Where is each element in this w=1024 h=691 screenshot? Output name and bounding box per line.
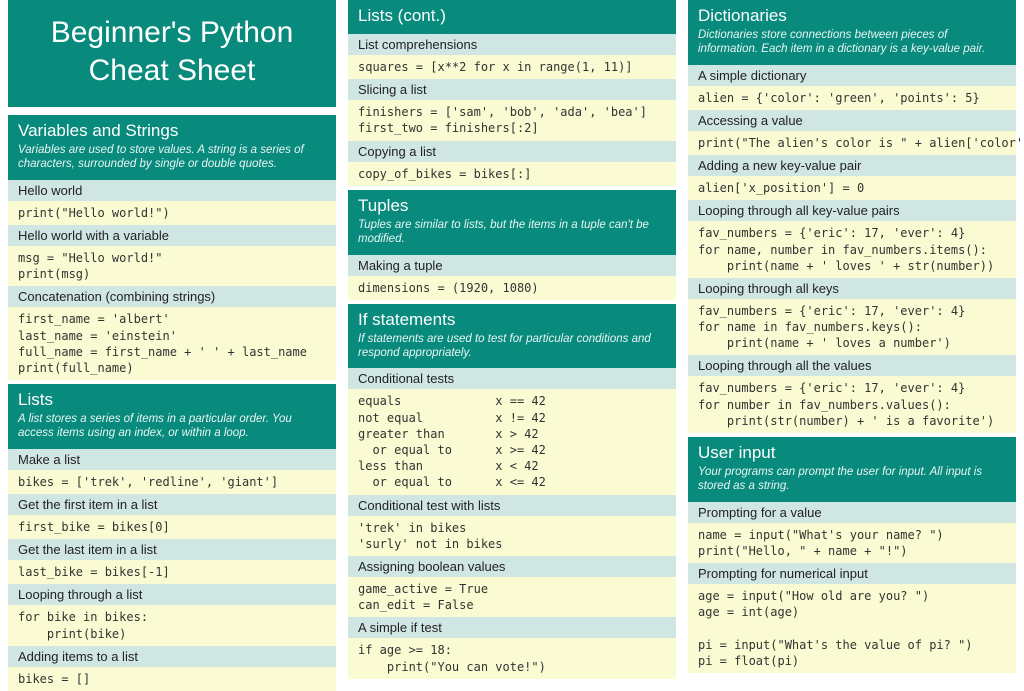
column-1: Beginner's Python Cheat Sheet Variables … [8, 0, 336, 691]
cheat-sheet-page: Beginner's Python Cheat Sheet Variables … [0, 0, 1024, 691]
code-block: if age >= 18: print("You can vote!") [348, 638, 676, 678]
subhead: Accessing a value [688, 110, 1016, 131]
section-lists: Lists A list stores a series of items in… [8, 384, 336, 449]
section-user-input: User input Your programs can prompt the … [688, 437, 1016, 502]
subhead: Get the first item in a list [8, 494, 336, 515]
subhead: A simple dictionary [688, 65, 1016, 86]
subhead: Making a tuple [348, 255, 676, 276]
section-desc: Tuples are similar to lists, but the ite… [358, 218, 666, 247]
code-block: alien = {'color': 'green', 'points': 5} [688, 86, 1016, 110]
subhead: Looping through a list [8, 584, 336, 605]
subhead: Adding a new key-value pair [688, 155, 1016, 176]
code-block: msg = "Hello world!" print(msg) [8, 246, 336, 286]
section-tuples: Tuples Tuples are similar to lists, but … [348, 190, 676, 255]
section-title: Lists (cont.) [358, 6, 666, 26]
section-title: Tuples [358, 196, 666, 216]
code-block: age = input("How old are you? ") age = i… [688, 584, 1016, 673]
subhead: Assigning boolean values [348, 556, 676, 577]
section-title: If statements [358, 310, 666, 330]
subhead: Get the last item in a list [8, 539, 336, 560]
subhead: Make a list [8, 449, 336, 470]
section-desc: Your programs can prompt the user for in… [698, 465, 1006, 494]
code-block: squares = [x**2 for x in range(1, 11)] [348, 55, 676, 79]
subhead: Hello world [8, 180, 336, 201]
section-dictionaries: Dictionaries Dictionaries store connecti… [688, 0, 1016, 65]
code-block: bikes = ['trek', 'redline', 'giant'] [8, 470, 336, 494]
main-title-block: Beginner's Python Cheat Sheet [8, 0, 336, 107]
subhead: Adding items to a list [8, 646, 336, 667]
column-2: Lists (cont.) List comprehensions square… [348, 0, 676, 691]
code-block: bikes = [] [8, 667, 336, 691]
section-lists-cont: Lists (cont.) [348, 0, 676, 34]
main-title: Beginner's Python Cheat Sheet [18, 14, 326, 89]
code-block: print("Hello world!") [8, 201, 336, 225]
code-block: first_bike = bikes[0] [8, 515, 336, 539]
subhead: Conditional tests [348, 368, 676, 389]
title-line-2: Cheat Sheet [89, 54, 256, 87]
section-variables-strings: Variables and Strings Variables are used… [8, 115, 336, 180]
section-title: Variables and Strings [18, 121, 326, 141]
subhead: Looping through all the values [688, 355, 1016, 376]
subhead: Copying a list [348, 141, 676, 162]
subhead: List comprehensions [348, 34, 676, 55]
subhead: Conditional test with lists [348, 495, 676, 516]
section-title: Dictionaries [698, 6, 1006, 26]
code-block: equals x == 42 not equal x != 42 greater… [348, 389, 676, 494]
subhead: Prompting for a value [688, 502, 1016, 523]
title-line-1: Beginner's Python [51, 16, 294, 49]
subhead: Slicing a list [348, 79, 676, 100]
code-block: finishers = ['sam', 'bob', 'ada', 'bea']… [348, 100, 676, 140]
code-block: for bike in bikes: print(bike) [8, 605, 336, 645]
code-block: dimensions = (1920, 1080) [348, 276, 676, 300]
code-block: game_active = True can_edit = False [348, 577, 676, 617]
section-desc: A list stores a series of items in a par… [18, 412, 326, 441]
section-title: Lists [18, 390, 326, 410]
code-block: fav_numbers = {'eric': 17, 'ever': 4} fo… [688, 221, 1016, 278]
code-block: fav_numbers = {'eric': 17, 'ever': 4} fo… [688, 299, 1016, 356]
section-desc: Dictionaries store connections between p… [698, 28, 1006, 57]
subhead: Looping through all keys [688, 278, 1016, 299]
section-desc: If statements are used to test for parti… [358, 332, 666, 361]
code-block: print("The alien's color is " + alien['c… [688, 131, 1016, 155]
code-block: fav_numbers = {'eric': 17, 'ever': 4} fo… [688, 376, 1016, 433]
code-block: 'trek' in bikes 'surly' not in bikes [348, 516, 676, 556]
subhead: Looping through all key-value pairs [688, 200, 1016, 221]
subhead: Hello world with a variable [8, 225, 336, 246]
code-block: last_bike = bikes[-1] [8, 560, 336, 584]
subhead: Prompting for numerical input [688, 563, 1016, 584]
subhead: A simple if test [348, 617, 676, 638]
code-block: copy_of_bikes = bikes[:] [348, 162, 676, 186]
section-desc: Variables are used to store values. A st… [18, 143, 326, 172]
column-3: Dictionaries Dictionaries store connecti… [688, 0, 1016, 691]
code-block: first_name = 'albert' last_name = 'einst… [8, 307, 336, 380]
section-if-statements: If statements If statements are used to … [348, 304, 676, 369]
code-block: name = input("What's your name? ") print… [688, 523, 1016, 563]
section-title: User input [698, 443, 1006, 463]
code-block: alien['x_position'] = 0 [688, 176, 1016, 200]
subhead: Concatenation (combining strings) [8, 286, 336, 307]
